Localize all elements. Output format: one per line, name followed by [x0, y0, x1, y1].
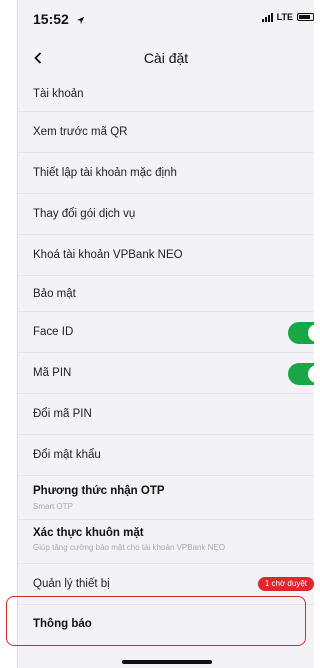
settings-item-service-plan[interactable]: Thay đổi gói dịch vụ ›: [18, 194, 314, 235]
phone-screen: 15:52 LTE Cài đặt Tài khoản Xem trước mã…: [17, 0, 314, 668]
pending-badge: 1 chờ duyệt: [257, 577, 314, 591]
settings-item-label: Xem trước mã QR: [33, 126, 128, 138]
location-arrow-icon: [76, 16, 84, 25]
chevron-right-icon: ›: [313, 450, 314, 462]
settings-item-qr-preview[interactable]: Xem trước mã QR ›: [18, 112, 314, 153]
settings-item-label: Đổi mã PIN: [33, 408, 92, 420]
pin-toggle[interactable]: [288, 363, 314, 385]
status-time-text: 15:52: [33, 11, 69, 27]
chevron-right-icon: ›: [313, 492, 314, 504]
chevron-right-icon: ›: [313, 409, 314, 421]
section-header-security: Bảo mật: [18, 276, 314, 312]
face-id-toggle[interactable]: [288, 322, 314, 344]
signal-icon: [261, 12, 273, 22]
settings-item-title: Xác thực khuôn mặt: [33, 527, 144, 539]
chevron-right-icon: ›: [313, 168, 314, 180]
settings-item-title: Phương thức nhận OTP: [33, 485, 165, 497]
page-title: Cài đặt: [143, 50, 189, 66]
settings-item-label: Khoá tài khoản VPBank NEO: [33, 249, 183, 261]
settings-item-label: Thiết lập tài khoản mặc định: [33, 167, 177, 179]
network-type: LTE: [276, 12, 293, 22]
section-title-security: Bảo mật: [33, 287, 76, 300]
status-time: 15:52: [33, 11, 85, 27]
chevron-right-icon: ›: [313, 209, 314, 221]
chevron-right-icon: ›: [313, 250, 314, 262]
chevron-right-icon: ›: [313, 536, 314, 548]
settings-item-change-pin[interactable]: Đổi mã PIN ›: [18, 394, 314, 435]
settings-item-face-auth[interactable]: Xác thực khuôn mặt Giúp tăng cường bảo m…: [18, 520, 314, 564]
section-title-account: Tài khoản: [33, 87, 84, 100]
status-bar: 15:52 LTE: [18, 0, 314, 40]
battery-icon: [297, 13, 314, 21]
home-indicator: [122, 660, 212, 664]
toggle-knob: [308, 365, 314, 383]
settings-item-label: Mã PIN: [33, 367, 72, 379]
settings-item-default-account[interactable]: Thiết lập tài khoản mặc định ›: [18, 153, 314, 194]
settings-item-lock-account[interactable]: Khoá tài khoản VPBank NEO ›: [18, 235, 314, 276]
settings-item-otp-method[interactable]: Phương thức nhận OTP Smart OTP ›: [18, 476, 314, 520]
highlight-frame: [6, 596, 306, 646]
settings-item-label: Face ID: [33, 326, 74, 338]
status-indicators: LTE: [261, 12, 314, 22]
section-header-account: Tài khoản: [18, 76, 314, 112]
settings-item-subtitle: Giúp tăng cường bảo mật cho tài khoản VP…: [33, 543, 226, 552]
settings-item-label: Thay đổi gói dịch vụ: [33, 208, 136, 220]
settings-item-pin: Mã PIN: [18, 353, 314, 394]
settings-item-label: Quản lý thiết bị: [33, 578, 110, 590]
toggle-knob: [308, 324, 314, 342]
settings-item-change-password[interactable]: Đổi mật khẩu ›: [18, 435, 314, 476]
navigation-bar: Cài đặt: [18, 40, 314, 76]
settings-item-subtitle: Smart OTP: [33, 502, 74, 511]
settings-item-label: Đổi mật khẩu: [33, 449, 101, 461]
chevron-right-icon: ›: [313, 127, 314, 139]
settings-item-face-id: Face ID: [18, 312, 314, 353]
